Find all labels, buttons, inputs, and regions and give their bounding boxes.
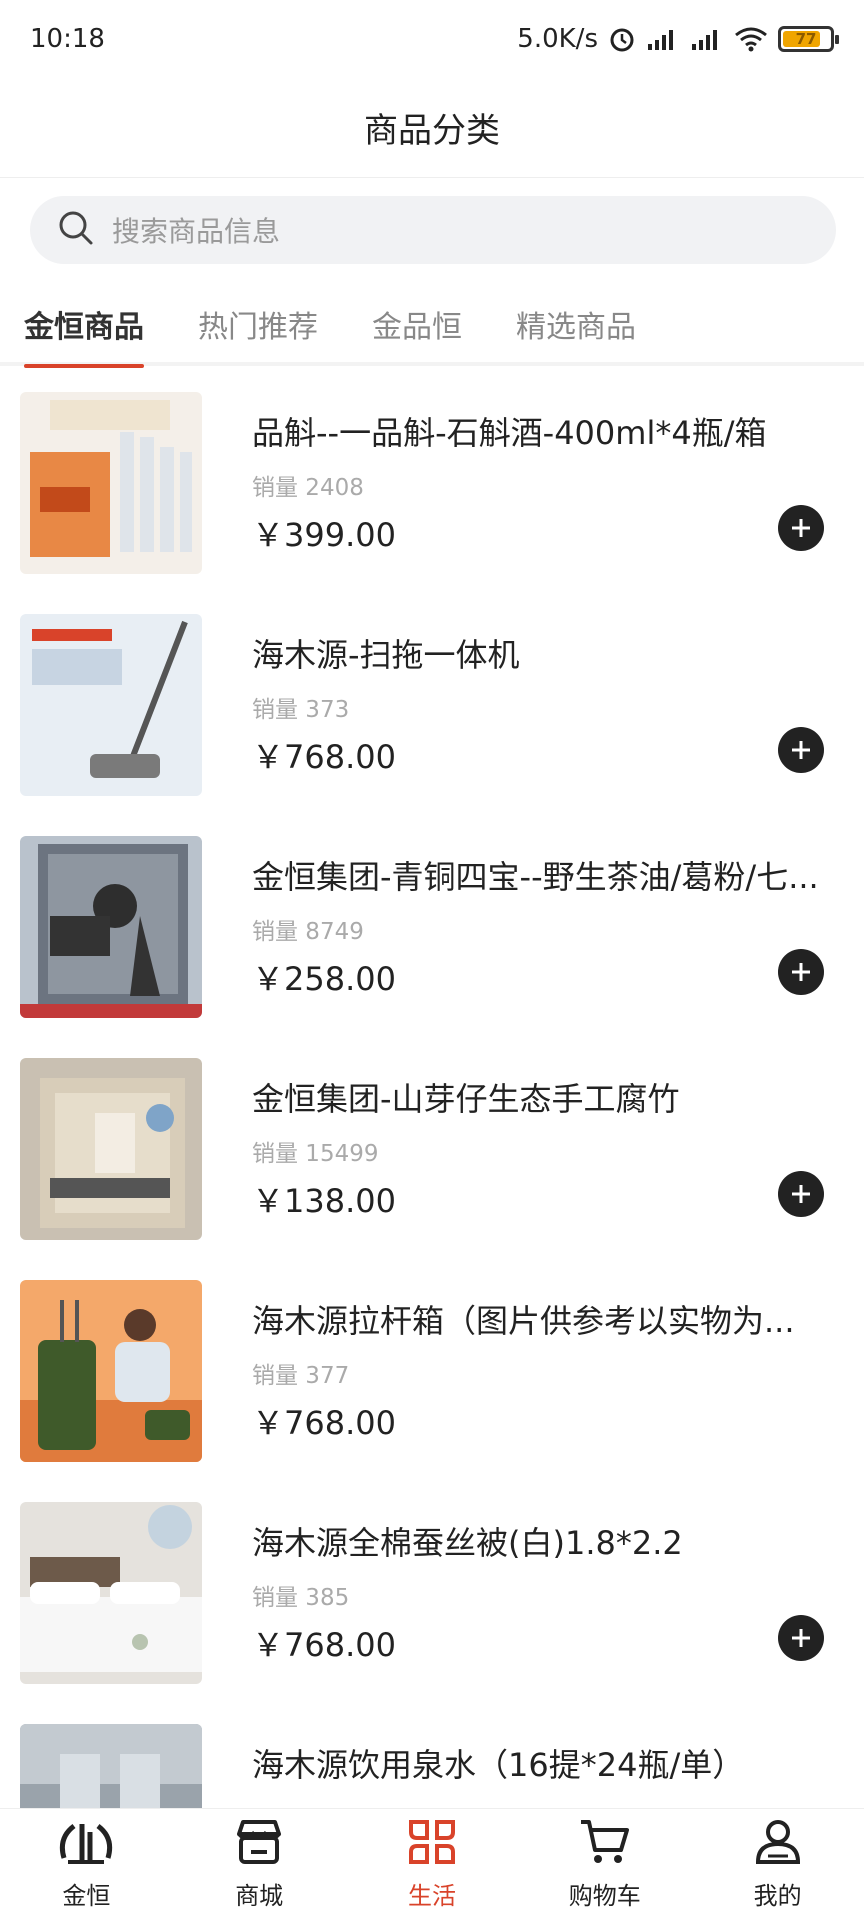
product-item[interactable]: 海木源-扫拖一体机 销量 373 ￥768.00	[0, 592, 864, 814]
nav-item-jinheng[interactable]: 金恒	[11, 1818, 161, 1911]
product-list: 品斛--一品斛-石斛酒-400ml*4瓶/箱 销量 2408 ￥399.00 海…	[0, 370, 864, 1808]
nav-label: 商城	[235, 1882, 284, 1910]
product-price: ￥399.00	[252, 516, 396, 554]
plus-icon	[792, 963, 810, 981]
product-title: 海木源饮用泉水（16提*24瓶/单）	[252, 1746, 745, 1784]
product-image	[20, 1502, 202, 1684]
search-input[interactable]: 搜索商品信息	[30, 196, 836, 264]
nav-label: 购物车	[568, 1882, 641, 1910]
signal-icon-1	[646, 26, 680, 52]
product-price: ￥768.00	[252, 738, 396, 776]
alarm-icon	[608, 25, 636, 53]
add-to-cart-button[interactable]	[778, 949, 824, 995]
product-sales: 销量 373	[252, 697, 350, 723]
product-image	[20, 392, 202, 574]
cart-icon	[579, 1818, 631, 1872]
nav-item-shop[interactable]: 商城	[184, 1818, 334, 1911]
product-price: ￥138.00	[252, 1182, 396, 1220]
nav-item-mine[interactable]: 我的	[703, 1818, 853, 1911]
search-icon	[58, 210, 94, 250]
search-placeholder: 搜索商品信息	[112, 215, 281, 248]
product-image	[20, 1280, 202, 1462]
network-speed: 5.0K/s	[517, 24, 598, 54]
add-to-cart-button[interactable]	[778, 1615, 824, 1661]
plus-icon	[792, 1185, 810, 1203]
battery-level: 77	[795, 30, 817, 48]
signal-icon-2	[690, 26, 724, 52]
product-item[interactable]: 品斛--一品斛-石斛酒-400ml*4瓶/箱 销量 2408 ￥399.00	[0, 370, 864, 592]
product-item[interactable]: 金恒集团-山芽仔生态手工腐竹 销量 15499 ￥138.00	[0, 1036, 864, 1258]
product-title: 金恒集团-山芽仔生态手工腐竹	[252, 1080, 680, 1118]
product-item[interactable]: 海木源饮用泉水（16提*24瓶/单）	[0, 1702, 864, 1808]
nav-item-life[interactable]: 生活	[357, 1818, 507, 1911]
product-price: ￥768.00	[252, 1626, 396, 1664]
tab-hot-recommend[interactable]: 热门推荐	[198, 284, 318, 364]
jinheng-logo-icon	[56, 1818, 116, 1872]
nav-item-cart[interactable]: 购物车	[530, 1818, 680, 1911]
product-sales: 销量 2408	[252, 475, 364, 501]
product-title: 海木源拉杆箱（图片供参考以实物为...	[252, 1302, 795, 1340]
product-title: 品斛--一品斛-石斛酒-400ml*4瓶/箱	[252, 414, 767, 452]
product-image	[20, 614, 202, 796]
wifi-icon	[734, 26, 768, 52]
add-to-cart-button[interactable]	[778, 727, 824, 773]
product-sales: 销量 385	[252, 1585, 350, 1611]
tab-jinheng-products[interactable]: 金恒商品	[24, 284, 144, 368]
product-price: ￥768.00	[252, 1404, 396, 1442]
page-header: 商品分类	[0, 78, 864, 178]
page-title: 商品分类	[364, 111, 500, 151]
battery-icon: 77	[778, 26, 839, 52]
nav-label: 生活	[407, 1882, 456, 1910]
product-sales: 销量 377	[252, 1363, 350, 1389]
product-sales: 销量 15499	[252, 1141, 379, 1167]
user-icon	[754, 1818, 802, 1872]
nav-label: 我的	[753, 1882, 802, 1910]
product-title: 海木源-扫拖一体机	[252, 636, 520, 674]
add-to-cart-button[interactable]	[778, 1171, 824, 1217]
product-sales: 销量 8749	[252, 919, 364, 945]
product-item[interactable]: 金恒集团-青铜四宝--野生茶油/葛粉/七... 销量 8749 ￥258.00	[0, 814, 864, 1036]
life-icon	[407, 1818, 457, 1872]
product-price: ￥258.00	[252, 960, 396, 998]
product-image	[20, 836, 202, 1018]
nav-label: 金恒	[62, 1882, 111, 1910]
shop-icon	[233, 1818, 285, 1872]
bottom-nav: 金恒 商城 生活 购物车 我的	[0, 1808, 864, 1920]
product-title: 海木源全棉蚕丝被(白)1.8*2.2	[252, 1524, 683, 1562]
plus-icon	[792, 1629, 810, 1647]
tab-jinpinheng[interactable]: 金品恒	[372, 284, 462, 364]
product-title: 金恒集团-青铜四宝--野生茶油/葛粉/七...	[252, 858, 819, 896]
plus-icon	[792, 741, 810, 759]
product-image	[20, 1058, 202, 1240]
status-time: 10:18	[30, 24, 105, 54]
plus-icon	[792, 519, 810, 537]
product-item[interactable]: 海木源拉杆箱（图片供参考以实物为... 销量 377 ￥768.00	[0, 1258, 864, 1480]
product-image	[20, 1724, 202, 1808]
status-icons: 5.0K/s 77	[517, 24, 839, 54]
product-item[interactable]: 海木源全棉蚕丝被(白)1.8*2.2 销量 385 ￥768.00	[0, 1480, 864, 1702]
category-tabs: 金恒商品 热门推荐 金品恒 精选商品	[0, 284, 864, 368]
add-to-cart-button[interactable]	[778, 505, 824, 551]
status-bar: 10:18 5.0K/s 77	[0, 0, 864, 78]
tab-selected-products[interactable]: 精选商品	[516, 284, 636, 364]
